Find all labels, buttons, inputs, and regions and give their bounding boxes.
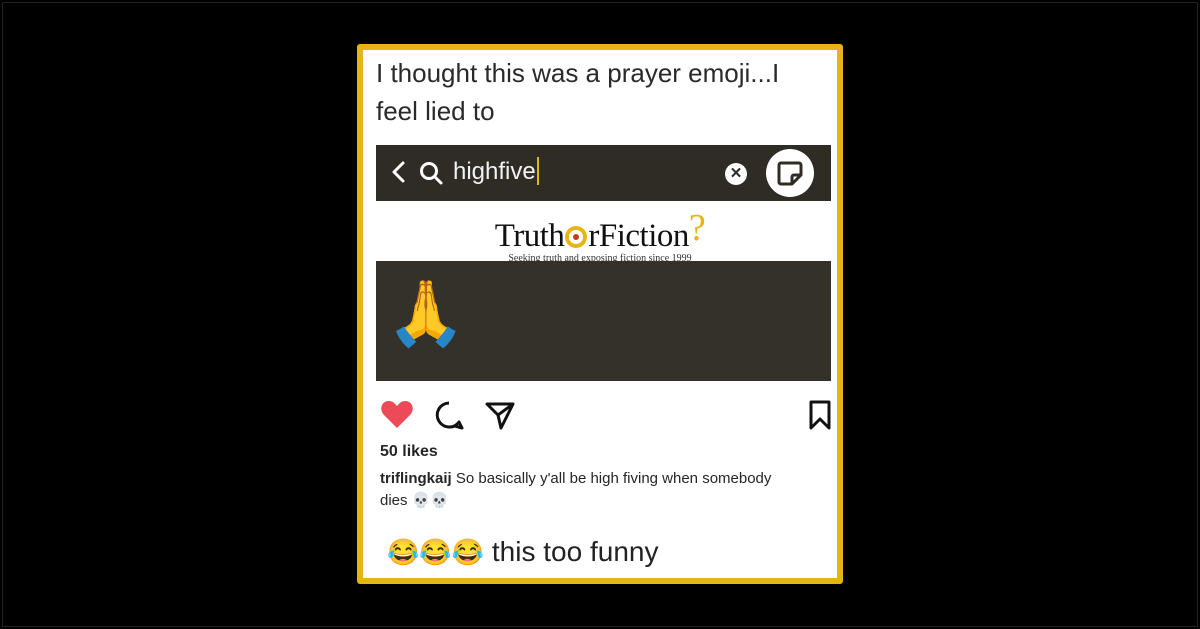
watermark-question-mark: ? — [688, 207, 706, 249]
emoji-search-bar[interactable]: highfive ✕ — [376, 145, 831, 201]
clear-search-icon[interactable]: ✕ — [725, 163, 747, 185]
target-o-icon — [565, 226, 588, 248]
meme-card: I thought this was a prayer emoji...I fe… — [357, 44, 843, 584]
truthorfiction-watermark: Truth rFiction? Seeking truth and exposin… — [363, 205, 837, 264]
heart-icon[interactable] — [380, 398, 414, 430]
like-count[interactable]: 50 likes — [380, 443, 438, 461]
text-cursor — [536, 157, 539, 185]
comment-icon[interactable] — [434, 400, 464, 430]
folded-hands-emoji[interactable]: 🙏 — [386, 275, 466, 351]
emoji-results-panel: 🙏 — [376, 261, 831, 381]
post-comment: triflingkaij So basically y'all be high … — [380, 468, 800, 512]
footer-caption: 😂😂😂 this too funny — [387, 536, 658, 568]
search-icon — [420, 162, 443, 185]
search-query-text: highfive — [453, 158, 536, 185]
comment-username[interactable]: triflingkaij — [380, 470, 452, 487]
paper-plane-icon[interactable] — [484, 400, 516, 430]
sticker-button[interactable] — [766, 149, 814, 197]
post-caption: I thought this was a prayer emoji...I fe… — [376, 58, 780, 126]
sticker-icon — [777, 161, 803, 186]
post-action-bar — [380, 398, 835, 432]
bookmark-icon[interactable] — [808, 400, 832, 430]
footer-text: this too funny — [491, 536, 659, 567]
watermark-brand: Truth rFiction? — [494, 207, 706, 254]
tears-of-joy-emojis: 😂😂😂 — [387, 537, 485, 567]
chevron-left-icon[interactable] — [388, 159, 410, 185]
search-input[interactable]: highfive — [453, 157, 539, 186]
